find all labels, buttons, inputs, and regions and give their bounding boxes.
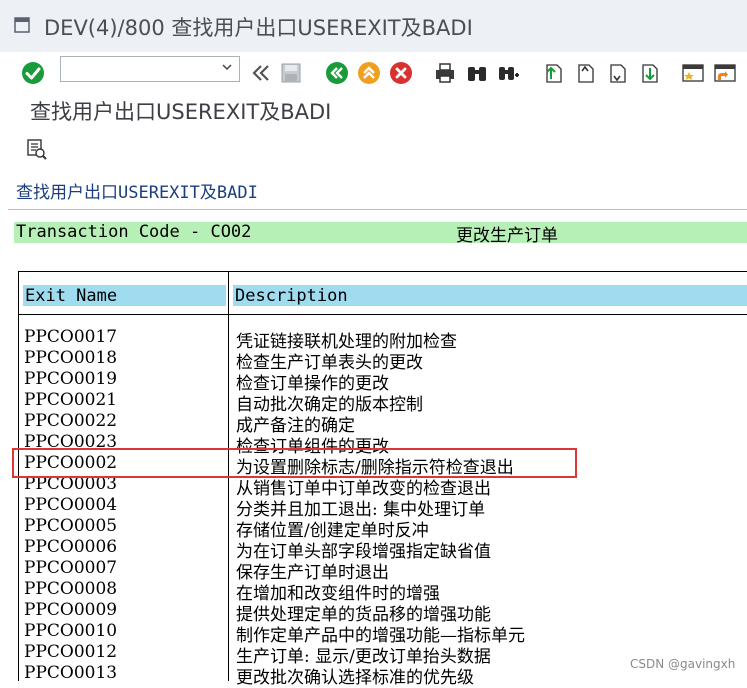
exit-name-cell: PPCO0018 <box>24 348 118 368</box>
exit-name-cell: PPCO0013 <box>24 663 118 683</box>
command-field[interactable] <box>60 56 240 82</box>
next-page-icon[interactable] <box>604 60 630 86</box>
exit-name-cell: PPCO0010 <box>24 621 118 641</box>
exit-name-cell: PPCO0006 <box>24 537 118 557</box>
find-icon[interactable] <box>464 60 490 86</box>
watermark: CSDN @gavingxh <box>630 657 736 671</box>
report-title: 查找用户出口USEREXIT及BADI <box>16 183 258 203</box>
exit-name-cell: PPCO0004 <box>24 495 118 515</box>
column-header-exit-name: Exit Name <box>25 286 118 306</box>
table-row[interactable]: PPCO0022 成产备注的确定 <box>0 411 747 436</box>
table-row[interactable]: PPCO0021 自动批次确定的版本控制 <box>0 390 747 415</box>
screen-title: 查找用户出口USEREXIT及BADI <box>30 100 332 124</box>
exit-name-cell: PPCO0021 <box>24 390 118 410</box>
shortcut-icon[interactable] <box>712 60 738 86</box>
exit-name-cell: PPCO0008 <box>24 579 118 599</box>
exit-name-cell: PPCO0017 <box>24 327 118 347</box>
table-row[interactable]: PPCO0007 保存生产订单时退出 <box>0 558 747 583</box>
back-icon[interactable] <box>324 60 350 86</box>
list-settings-icon[interactable] <box>24 137 50 163</box>
table-row[interactable]: PPCO0004 分类并且加工退出: 集中处理订单 <box>0 495 747 520</box>
table-row[interactable]: PPCO0010 制作定单产品中的增强功能—指标单元 <box>0 621 747 646</box>
header-separator <box>18 314 747 315</box>
table-row[interactable]: PPCO0008 在增加和改变组件时的增强 <box>0 579 747 604</box>
window-menu-icon[interactable] <box>14 17 30 33</box>
transaction-code-label: Transaction Code - CO02 <box>16 222 252 242</box>
previous-page-icon[interactable] <box>572 60 598 86</box>
table-row[interactable]: PPCO0017 凭证链接联机处理的附加检查 <box>0 327 747 352</box>
print-icon[interactable] <box>432 60 458 86</box>
window-title: DEV(4)/800 查找用户出口USEREXIT及BADI <box>44 16 473 40</box>
exit-name-cell: PPCO0022 <box>24 411 118 431</box>
exit-name-cell: PPCO0009 <box>24 600 118 620</box>
first-page-icon[interactable] <box>540 60 566 86</box>
transaction-code-description: 更改生产订单 <box>456 226 558 246</box>
exit-name-cell: PPCO0007 <box>24 558 118 578</box>
last-page-icon[interactable] <box>636 60 662 86</box>
save-icon[interactable] <box>278 60 304 86</box>
create-session-icon[interactable] <box>680 60 706 86</box>
table-row[interactable]: PPCO0019 检查订单操作的更改 <box>0 369 747 394</box>
cancel-icon[interactable] <box>388 60 414 86</box>
exit-name-cell: PPCO0012 <box>24 642 118 662</box>
highlight-box <box>12 448 577 478</box>
exit-name-cell: PPCO0019 <box>24 369 118 389</box>
find-next-icon[interactable] <box>496 60 522 86</box>
enter-icon[interactable] <box>20 60 46 86</box>
back-double-arrow-icon[interactable] <box>248 60 274 86</box>
description-cell: 更改批次确认选择标准的优先级 <box>236 668 474 688</box>
table-row[interactable]: PPCO0009 提供处理定单的货品移的增强功能 <box>0 600 747 625</box>
column-header-description: Description <box>235 286 348 306</box>
chevron-down-icon[interactable] <box>221 61 233 73</box>
table-row[interactable]: PPCO0006 为在订单头部字段增强指定缺省值 <box>0 537 747 562</box>
exit-icon[interactable] <box>356 60 382 86</box>
divider <box>8 209 747 210</box>
table-row[interactable]: PPCO0005 存储位置/创建定单时反冲 <box>0 516 747 541</box>
exit-name-cell: PPCO0005 <box>24 516 118 536</box>
table-row[interactable]: PPCO0018 检查生产订单表头的更改 <box>0 348 747 373</box>
